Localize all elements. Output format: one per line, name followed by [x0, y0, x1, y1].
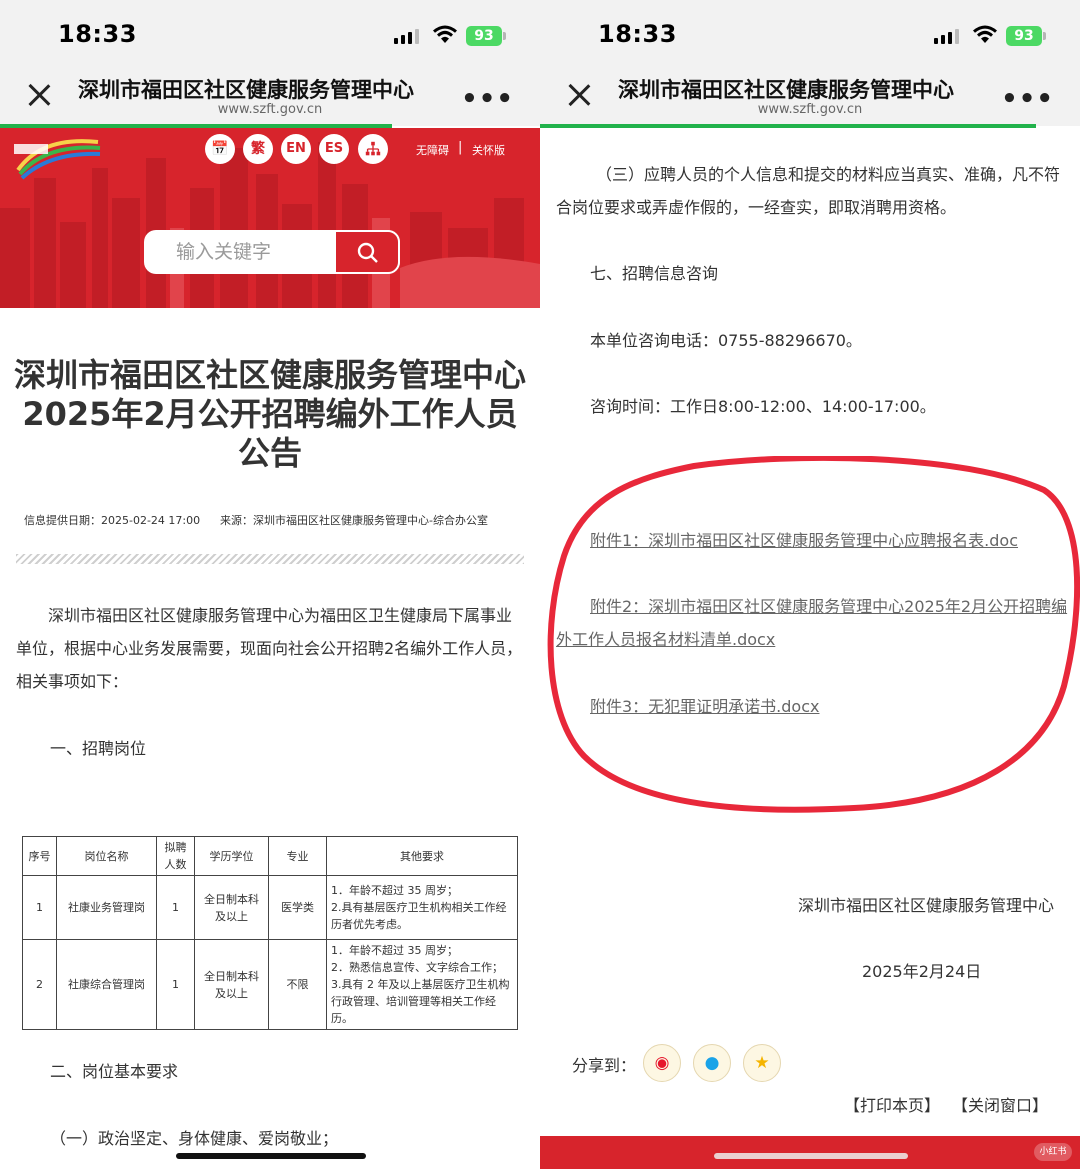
attachment-1-link[interactable]: 附件1：深圳市福田区社区健康服务管理中心应聘报名表.doc	[590, 524, 1070, 557]
calendar-icon[interactable]: 📅	[205, 134, 235, 164]
site-banner: 📅 繁 EN ES 无障碍 | 关怀版	[0, 128, 540, 308]
table-header: 序号	[22, 836, 57, 876]
accessibility-link[interactable]: 无障碍	[416, 142, 449, 158]
battery-icon: 93	[466, 26, 506, 46]
info-source: 来源：深圳市福田区社区健康服务管理中心-综合办公室	[220, 514, 488, 527]
requirement-line: 1．年龄不超过 35 周岁；	[331, 944, 458, 957]
signature-organization: 深圳市福田区社区健康服务管理中心	[798, 896, 1055, 915]
table-header: 专业	[268, 836, 327, 876]
nav-title: 深圳市福田区社区健康服务管理中心	[78, 78, 414, 102]
battery-icon: 93	[1006, 26, 1046, 46]
table-cell: 全日制本科及以上	[194, 875, 269, 940]
table-cell: 1	[156, 939, 195, 1030]
attachment-3-link[interactable]: 附件3：无犯罪证明承诺书.docx	[590, 690, 1070, 723]
search-box	[144, 230, 400, 274]
traditional-chinese-button[interactable]: 繁	[243, 134, 273, 164]
search-input[interactable]	[144, 230, 334, 274]
section-heading-positions: 一、招聘岗位	[50, 739, 147, 758]
home-indicator[interactable]	[714, 1153, 908, 1159]
search-button[interactable]	[334, 230, 400, 274]
table-cell: 1	[22, 875, 57, 940]
site-logo	[14, 139, 101, 180]
table-header: 其他要求	[326, 836, 518, 876]
spanish-button[interactable]: ES	[319, 134, 349, 164]
table-cell: 1．年龄不超过 35 周岁； 2.具有基层医疗卫生机构相关工作经历者优先考虑。	[326, 875, 518, 940]
english-button[interactable]: EN	[281, 134, 311, 164]
status-bar: 18:33 93	[540, 0, 1080, 64]
nav-bar: 深圳市福田区社区健康服务管理中心 www.szft.gov.cn •••	[0, 64, 540, 126]
status-time: 18:33	[598, 20, 677, 48]
signature-date: 2025年2月24日	[862, 962, 982, 981]
attachment-2-text[interactable]: 附件2：深圳市福田区社区健康服务管理中心2025年2月公开招聘编外工作人员报名材…	[556, 597, 1067, 649]
more-icon[interactable]: •••	[1001, 84, 1054, 114]
table-cell: 医学类	[268, 875, 327, 940]
home-indicator[interactable]	[176, 1153, 366, 1159]
consultation-phone: 本单位咨询电话：0755-88296670。	[590, 331, 862, 350]
requirement-line: 3.具有 2 年及以上基层医疗卫生机构行政管理、培训管理等相关工作经历。	[331, 978, 510, 1025]
attachment-1-text[interactable]: 附件1：深圳市福田区社区健康服务管理中心应聘报名表.doc	[590, 531, 1018, 550]
article-paragraph: （三）应聘人员的个人信息和提交的材料应当真实、准确，凡不符合岗位要求或弄虚作假的…	[556, 165, 1061, 217]
close-window-link[interactable]: 【关闭窗口】	[952, 1092, 1048, 1116]
wifi-icon	[973, 25, 997, 43]
sitemap-icon[interactable]	[358, 134, 388, 164]
consultation-hours: 咨询时间：工作日8:00-12:00、14:00-17:00。	[590, 397, 936, 416]
table-header-row: 序号 岗位名称 拟聘人数 学历学位 专业 其他要求	[22, 836, 518, 876]
table-cell: 2	[22, 939, 57, 1030]
table-cell: 1．年龄不超过 35 周岁； 2．熟悉信息宣传、文字综合工作； 3.具有 2 年…	[326, 939, 518, 1030]
section-heading-requirements: 二、岗位基本要求	[50, 1062, 179, 1081]
info-date: 信息提供日期：2025-02-24 17:00	[24, 514, 201, 527]
table-cell: 不限	[268, 939, 327, 1030]
attachment-2-link[interactable]: 附件2：深圳市福田区社区健康服务管理中心2025年2月公开招聘编外工作人员报名材…	[556, 590, 1070, 656]
signal-icon	[934, 28, 960, 44]
table-cell: 社康综合管理岗	[56, 939, 157, 1030]
more-icon[interactable]: •••	[461, 84, 514, 114]
intro-paragraph: 深圳市福田区社区健康服务管理中心为福田区卫生健康局下属事业单位，根据中心业务发展…	[16, 606, 523, 691]
link-separator: |	[458, 140, 463, 155]
right-screen: 18:33 93 深圳市福田区社区健康服务管理中心 www.szft.gov.c…	[540, 0, 1080, 1169]
requirement-line: 2．熟悉信息宣传、文字综合工作；	[331, 961, 503, 974]
load-progress-bar	[540, 124, 1036, 128]
article-title: 深圳市福田区社区健康服务管理中心2025年2月公开招聘编外工作人员公告	[13, 356, 526, 472]
search-icon	[357, 242, 378, 263]
share-label: 分享到：	[572, 1056, 637, 1075]
signal-icon	[394, 28, 420, 44]
table-header: 岗位名称	[56, 836, 157, 876]
table-header: 拟聘人数	[156, 836, 195, 876]
watermark: 小红书	[1034, 1143, 1072, 1161]
status-bar: 18:33 93	[0, 0, 540, 64]
weibo-share-icon[interactable]: ◉	[643, 1044, 681, 1082]
nav-title: 深圳市福田区社区健康服务管理中心	[618, 78, 954, 102]
requirement-line: 1．年龄不超过 35 周岁；	[331, 884, 458, 897]
care-mode-link[interactable]: 关怀版	[472, 142, 505, 158]
requirement-item: （一）政治坚定、身体健康、爱岗敬业；	[50, 1129, 339, 1148]
table-cell: 1	[156, 875, 195, 940]
positions-table: 序号 岗位名称 拟聘人数 学历学位 专业 其他要求 1 社康业务管理岗 1 全日…	[22, 836, 518, 1030]
nav-domain: www.szft.gov.cn	[757, 102, 863, 117]
section-heading-consultation: 七、招聘信息咨询	[590, 264, 719, 283]
requirement-line: 2.具有基层医疗卫生机构相关工作经历者优先考虑。	[331, 901, 507, 931]
status-time: 18:33	[58, 20, 137, 48]
wifi-icon	[433, 25, 457, 43]
table-row: 2 社康综合管理岗 1 全日制本科及以上 不限 1．年龄不超过 35 周岁； 2…	[22, 939, 518, 1030]
table-cell: 全日制本科及以上	[194, 939, 269, 1030]
attachment-3-text[interactable]: 附件3：无犯罪证明承诺书.docx	[590, 697, 819, 716]
table-header: 学历学位	[194, 836, 269, 876]
left-screen: 18:33 93 深圳市福田区社区健康服务管理中心 www.szft.gov.c…	[0, 0, 540, 1169]
table-cell: 社康业务管理岗	[56, 875, 157, 940]
divider	[16, 554, 524, 564]
nav-domain: www.szft.gov.cn	[217, 102, 323, 117]
print-page-link[interactable]: 【打印本页】	[844, 1092, 940, 1116]
qzone-share-icon[interactable]: ★	[743, 1044, 781, 1082]
nav-bar: 深圳市福田区社区健康服务管理中心 www.szft.gov.cn •••	[540, 64, 1080, 126]
table-row: 1 社康业务管理岗 1 全日制本科及以上 医学类 1．年龄不超过 35 周岁； …	[22, 875, 518, 940]
qq-share-icon[interactable]: ●	[693, 1044, 731, 1082]
